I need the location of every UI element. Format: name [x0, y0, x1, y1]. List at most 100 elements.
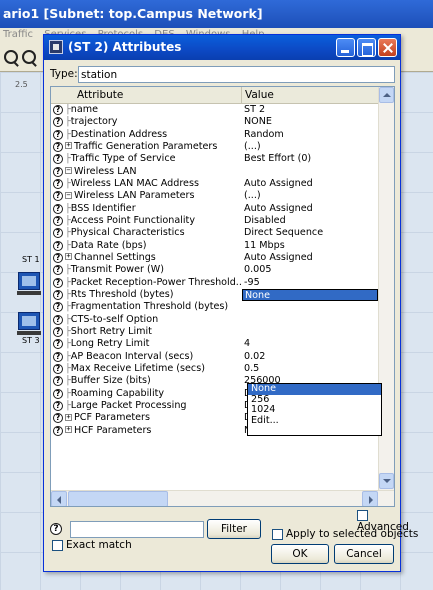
attribute-value-cell[interactable]: Random: [242, 129, 378, 141]
attribute-name-cell[interactable]: + Traffic Generation Parameters: [65, 141, 242, 153]
attribute-name-cell[interactable]: ├ BSS Identifier: [65, 203, 242, 215]
help-icon[interactable]: ?: [53, 277, 63, 288]
attribute-name-cell[interactable]: ├ Long Retry Limit: [65, 338, 242, 350]
table-row[interactable]: ? + Channel Settings Auto Assigned: [51, 252, 378, 264]
table-row[interactable]: ? ├ Transmit Power (W) 0.005: [51, 264, 378, 276]
table-row[interactable]: ? ├ Physical Characteristics Direct Seque…: [51, 227, 378, 239]
table-row[interactable]: ? − Wireless LAN Parameters (...): [51, 190, 378, 202]
collapse-icon[interactable]: −: [65, 167, 72, 175]
expand-icon[interactable]: +: [65, 413, 72, 421]
attribute-value-cell[interactable]: [242, 301, 378, 313]
attribute-name-cell[interactable]: ├ Max Receive Lifetime (secs): [65, 363, 242, 375]
table-row[interactable]: ? ├ Short Retry Limit: [51, 326, 378, 338]
attribute-name-cell[interactable]: ├ Physical Characteristics: [65, 227, 242, 239]
expand-icon[interactable]: +: [65, 253, 72, 261]
help-icon[interactable]: ?: [53, 117, 63, 128]
table-row[interactable]: ? ├ Access Point Functionality Disabled: [51, 215, 378, 227]
help-icon[interactable]: ?: [53, 339, 63, 350]
attribute-value-cell[interactable]: [242, 314, 378, 326]
help-icon[interactable]: ?: [53, 413, 63, 424]
attribute-value-cell[interactable]: Auto Assigned: [242, 252, 378, 264]
minimize-button[interactable]: [336, 38, 355, 57]
attribute-name-cell[interactable]: ├ Large Packet Processing: [65, 400, 242, 412]
filter-button[interactable]: Filter: [207, 519, 261, 539]
table-row[interactable]: ? ├ Data Rate (bps) 11 Mbps: [51, 240, 378, 252]
table-row[interactable]: ? ├ Long Retry Limit 4: [51, 338, 378, 350]
help-icon[interactable]: ?: [53, 215, 63, 226]
attribute-value-cell[interactable]: [242, 326, 378, 338]
table-row[interactable]: ? ├ trajectory NONE: [51, 116, 378, 128]
help-icon[interactable]: ?: [53, 376, 63, 387]
attribute-name-cell[interactable]: ├ Traffic Type of Service: [65, 153, 242, 165]
attribute-name-cell[interactable]: ├ trajectory: [65, 116, 242, 128]
table-row[interactable]: ? + Traffic Generation Parameters (...): [51, 141, 378, 153]
attribute-value-cell[interactable]: Disabled: [242, 215, 378, 227]
attribute-name-cell[interactable]: + PCF Parameters: [65, 412, 242, 424]
station-st1-icon[interactable]: [18, 272, 40, 290]
table-row[interactable]: ? ├ BSS Identifier Auto Assigned: [51, 203, 378, 215]
attribute-name-cell[interactable]: + Channel Settings: [65, 252, 242, 264]
help-icon[interactable]: ?: [53, 388, 63, 399]
attribute-name-cell[interactable]: ├ name: [65, 104, 242, 116]
table-row[interactable]: ? ├ Max Receive Lifetime (secs) 0.5: [51, 363, 378, 375]
help-icon[interactable]: ?: [53, 302, 63, 313]
help-icon[interactable]: ?: [53, 154, 63, 165]
close-button[interactable]: [378, 38, 397, 57]
attribute-name-cell[interactable]: ├ CTS-to-self Option: [65, 314, 242, 326]
attribute-value-cell[interactable]: -95: [242, 277, 378, 289]
search-help-icon[interactable]: ?: [50, 523, 62, 535]
attribute-name-cell[interactable]: ├ Fragmentation Threshold (bytes): [65, 301, 242, 313]
table-row[interactable]: ? ├ Traffic Type of Service Best Effort (0…: [51, 153, 378, 165]
dialog-title-bar[interactable]: (ST 2) Attributes: [44, 35, 400, 60]
attribute-name-cell[interactable]: ├ AP Beacon Interval (secs): [65, 351, 242, 363]
table-row[interactable]: ? ├ CTS-to-self Option: [51, 314, 378, 326]
attribute-value-cell[interactable]: NONE: [242, 116, 378, 128]
zoom-out-icon[interactable]: [22, 50, 36, 64]
scroll-right-button[interactable]: [362, 491, 378, 506]
help-icon[interactable]: ?: [53, 351, 63, 362]
table-row[interactable]: ? ├ Packet Reception-Power Threshold... -…: [51, 277, 378, 289]
attribute-name-cell[interactable]: ├ Destination Address: [65, 129, 242, 141]
maximize-button[interactable]: [357, 38, 376, 57]
help-icon[interactable]: ?: [53, 105, 63, 115]
table-row[interactable]: ? − Wireless LAN: [51, 166, 378, 178]
attribute-value-cell[interactable]: 0.5: [242, 363, 378, 375]
ok-button[interactable]: OK: [271, 544, 329, 564]
expand-icon[interactable]: +: [65, 426, 72, 434]
attribute-name-cell[interactable]: ├ Short Retry Limit: [65, 326, 242, 338]
attribute-value-cell[interactable]: None: [242, 288, 378, 301]
table-row[interactable]: ? ├ Wireless LAN MAC Address Auto Assigne…: [51, 178, 378, 190]
horizontal-scrollbar[interactable]: [51, 490, 394, 506]
help-icon[interactable]: ?: [53, 178, 63, 189]
table-row[interactable]: ? ├ Rts Threshold (bytes) None: [51, 288, 378, 301]
help-icon[interactable]: ?: [53, 314, 63, 325]
attribute-name-cell[interactable]: ├ Roaming Capability: [65, 388, 242, 400]
table-row[interactable]: ? ├ AP Beacon Interval (secs) 0.02: [51, 351, 378, 363]
table-row[interactable]: ? ├ name ST 2: [51, 104, 378, 116]
table-row[interactable]: ? ├ Destination Address Random: [51, 129, 378, 141]
dropdown-option-1024[interactable]: 1024: [248, 404, 381, 416]
help-icon[interactable]: ?: [53, 425, 63, 436]
attribute-name-cell[interactable]: ├ Rts Threshold (bytes): [65, 289, 242, 301]
menu-traffic[interactable]: Traffic: [3, 29, 33, 40]
help-icon[interactable]: ?: [53, 400, 63, 411]
help-icon[interactable]: ?: [53, 141, 63, 152]
attribute-name-cell[interactable]: ├ Access Point Functionality: [65, 215, 242, 227]
attribute-value-cell[interactable]: 0.02: [242, 351, 378, 363]
help-icon[interactable]: ?: [53, 191, 63, 202]
attribute-name-cell[interactable]: ├ Wireless LAN MAC Address: [65, 178, 242, 190]
attribute-name-cell[interactable]: − Wireless LAN Parameters: [65, 190, 242, 202]
apply-selected-checkbox[interactable]: [272, 528, 283, 540]
attribute-value-cell[interactable]: (...): [242, 190, 378, 202]
help-icon[interactable]: ?: [53, 166, 63, 177]
attribute-value-cell[interactable]: 4: [242, 338, 378, 350]
exact-match-checkbox[interactable]: [52, 539, 63, 551]
dropdown-option-none[interactable]: None: [248, 383, 381, 395]
attribute-name-cell[interactable]: ├ Buffer Size (bits): [65, 375, 242, 387]
rts-threshold-dropdown[interactable]: None 256 1024 Edit...: [247, 383, 382, 436]
scroll-up-button[interactable]: [379, 87, 394, 103]
collapse-icon[interactable]: −: [65, 191, 72, 199]
attribute-value-cell[interactable]: (...): [242, 141, 378, 153]
apply-selected-row[interactable]: Apply to selected objects: [272, 528, 418, 540]
expand-icon[interactable]: +: [65, 142, 72, 150]
